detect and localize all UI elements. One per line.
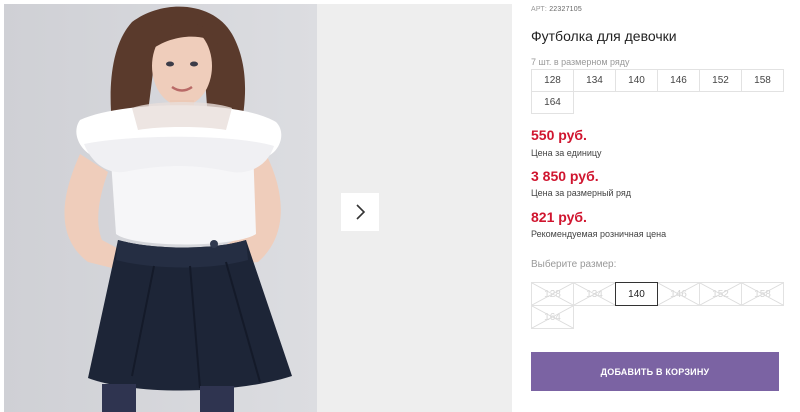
size-option-158: 158 [741, 282, 784, 306]
sku-label: АРТ: [531, 6, 548, 13]
size-row-cell: 134 [573, 69, 616, 92]
retail-price: 821 руб. [531, 209, 587, 225]
size-option-164: 164 [531, 305, 574, 329]
size-picker-label: Выберите размер: [531, 259, 617, 270]
sku-value: 22327105 [549, 6, 582, 13]
unit-price-label: Цена за единицу [531, 148, 602, 158]
unavailable-cross-icon [742, 283, 783, 305]
product-gallery [0, 0, 512, 412]
size-option-128: 128 [531, 282, 574, 306]
size-row-cell: 146 [657, 69, 700, 92]
unavailable-cross-icon [532, 306, 573, 328]
size-option-label: 140 [628, 288, 645, 300]
unit-price: 550 руб. [531, 127, 587, 143]
size-option-140[interactable]: 140 [615, 282, 658, 306]
size-option-146: 146 [657, 282, 700, 306]
product-title: Футболка для девочки [531, 28, 677, 44]
unavailable-cross-icon [658, 283, 699, 305]
chevron-right-icon [356, 204, 366, 220]
size-row-grid: 128 134 140 146 152 158 164 [531, 69, 784, 114]
unavailable-cross-icon [574, 283, 615, 305]
size-picker: 128134 140 146152158 164 [531, 282, 784, 329]
row-price: 3 850 руб. [531, 168, 599, 184]
next-image-button[interactable] [341, 193, 379, 231]
unavailable-cross-icon [700, 283, 741, 305]
add-to-cart-button[interactable]: ДОБАВИТЬ В КОРЗИНУ [531, 352, 779, 391]
retail-price-label: Рекомендуемая розничная цена [531, 229, 667, 239]
size-row-cell: 128 [531, 69, 574, 92]
size-row-cell: 152 [699, 69, 742, 92]
size-row-count: 7 шт. в размерном ряду [531, 57, 630, 67]
row-price-label: Цена за размерный ряд [531, 188, 632, 198]
size-option-152: 152 [699, 282, 742, 306]
size-row-cell: 158 [741, 69, 784, 92]
size-row-cell: 164 [531, 91, 574, 114]
size-option-134: 134 [573, 282, 616, 306]
unavailable-cross-icon [532, 283, 573, 305]
product-photo[interactable] [4, 4, 317, 412]
size-row-cell: 140 [615, 69, 658, 92]
sku-line: АРТ: 22327105 [531, 6, 582, 13]
